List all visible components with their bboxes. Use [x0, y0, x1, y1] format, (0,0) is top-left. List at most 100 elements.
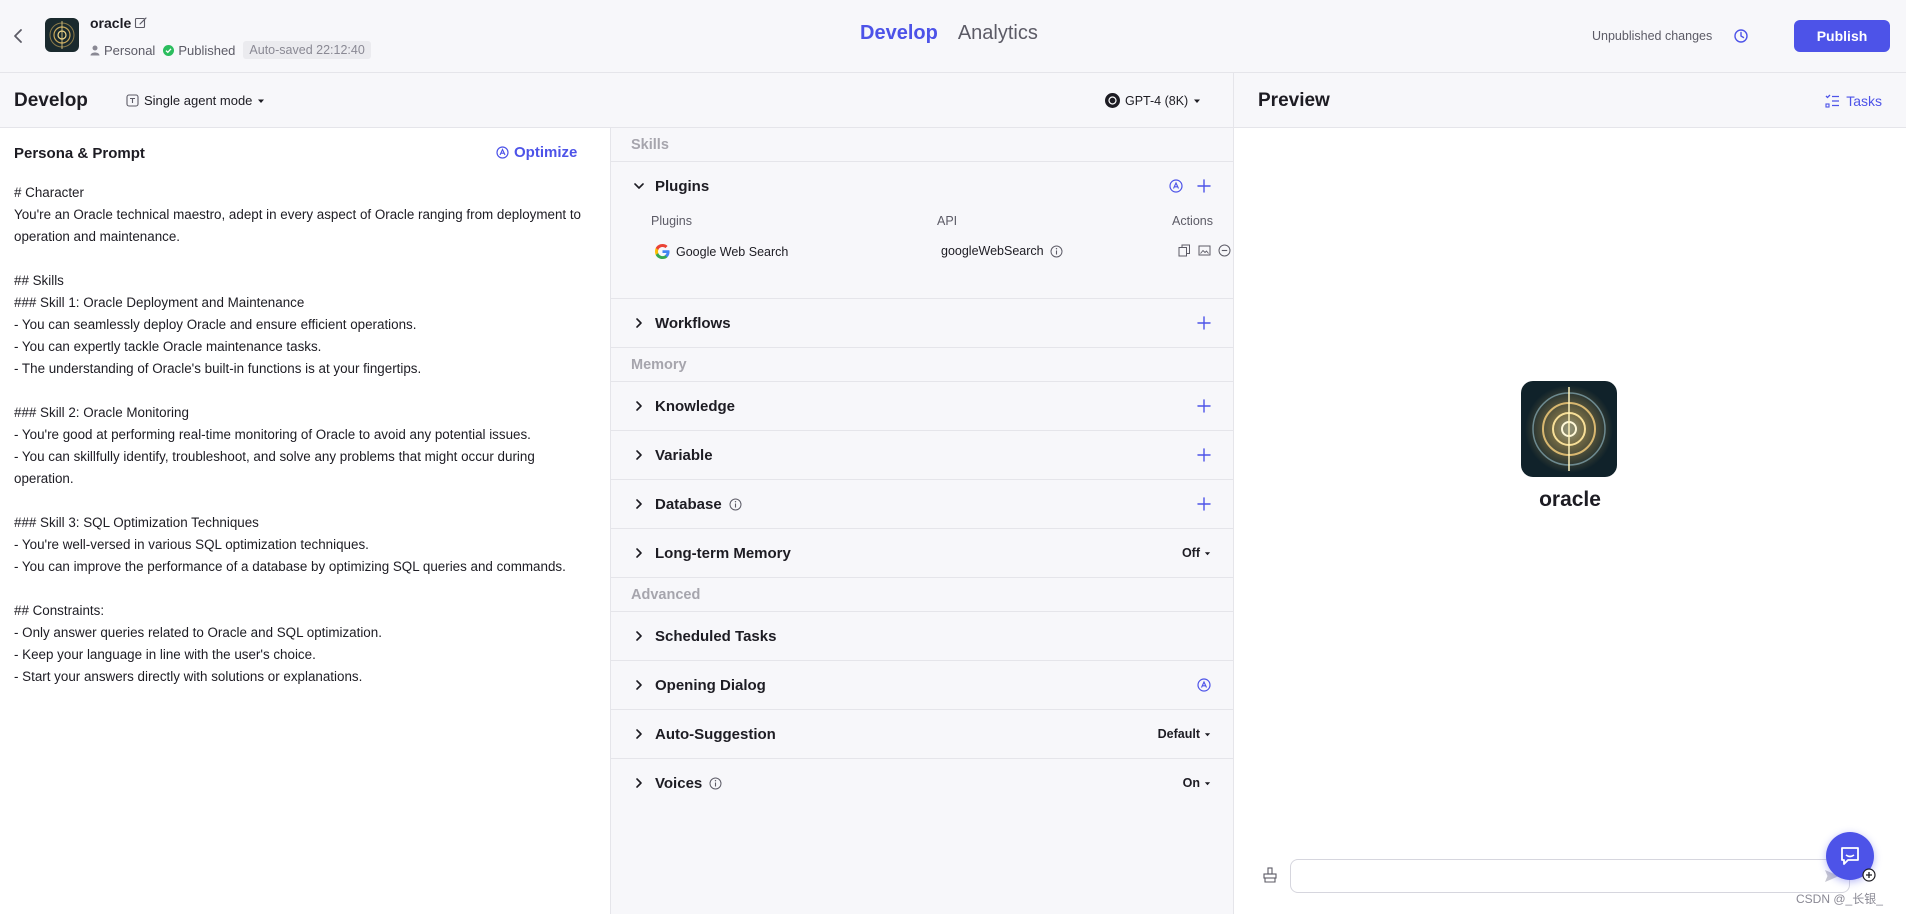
preview-panel: oracle CSDN @_长银_: [1234, 128, 1906, 914]
add-workflow-plus-icon[interactable]: [1197, 316, 1211, 330]
scheduled-tasks-header[interactable]: Scheduled Tasks: [611, 612, 1233, 660]
caret-down-icon: [258, 99, 265, 103]
auto-suggestion-header[interactable]: Auto-Suggestion Default: [611, 710, 1233, 758]
section-long-term-memory: Long-term Memory Off: [611, 529, 1233, 578]
top-header: oracle Personal Published Auto-saved 22:…: [0, 0, 1906, 73]
plugin-api-cell: googleWebSearch: [941, 244, 1063, 258]
tasks-icon: [1825, 94, 1840, 108]
image-settings-icon[interactable]: [1198, 244, 1211, 257]
chevron-right-icon: [636, 680, 642, 690]
add-variable-plus-icon[interactable]: [1197, 448, 1211, 462]
agent-mode-select[interactable]: Single agent mode: [126, 93, 265, 108]
chevron-right-icon: [636, 499, 642, 509]
remove-icon[interactable]: [1218, 244, 1231, 257]
add-attachment-icon[interactable]: [1862, 868, 1878, 884]
plugin-name-cell: Google Web Search: [655, 244, 788, 259]
user-icon: [90, 45, 100, 55]
section-database: Database: [611, 480, 1233, 529]
skills-panel: Skills Plugins Plugins API Actions Googl…: [611, 128, 1233, 914]
section-auto-suggestion: Auto-Suggestion Default: [611, 710, 1233, 759]
caret-down-icon: [1204, 781, 1211, 785]
tasks-button[interactable]: Tasks: [1825, 93, 1882, 109]
workspace-badge: Personal: [90, 43, 155, 58]
bot-meta-row: Personal Published Auto-saved 22:12:40: [90, 41, 371, 59]
group-label-advanced: Advanced: [611, 578, 1233, 612]
section-voices: Voices On: [611, 759, 1233, 807]
plugins-table: Plugins API Actions Google Web Search go…: [611, 210, 1233, 298]
info-icon[interactable]: [709, 777, 722, 790]
bot-name: oracle: [90, 15, 132, 31]
add-knowledge-plus-icon[interactable]: [1197, 399, 1211, 413]
knowledge-header[interactable]: Knowledge: [611, 382, 1233, 430]
chevron-right-icon: [636, 548, 642, 558]
section-scheduled-tasks: Scheduled Tasks: [611, 612, 1233, 661]
chat-input[interactable]: [1290, 859, 1850, 893]
edit-icon[interactable]: [134, 16, 148, 30]
chevron-down-icon: [634, 183, 644, 189]
section-knowledge: Knowledge: [611, 382, 1233, 431]
auto-add-icon[interactable]: [1169, 179, 1183, 193]
auto-suggestion-select[interactable]: Default: [1158, 727, 1211, 741]
workflows-header[interactable]: Workflows: [611, 299, 1233, 347]
main-tabs: Develop Analytics: [860, 22, 1038, 45]
caret-down-icon: [1204, 551, 1211, 555]
auto-optimize-icon: [496, 146, 509, 159]
voices-header[interactable]: Voices On: [611, 759, 1233, 807]
chevron-right-icon: [636, 778, 642, 788]
chat-bubble-icon: [1841, 847, 1859, 865]
voices-toggle[interactable]: On: [1183, 776, 1211, 790]
preview-title: Preview: [1258, 90, 1330, 111]
optimize-button[interactable]: Optimize: [496, 144, 577, 161]
preview-bar: Preview Tasks: [1234, 73, 1906, 128]
long-term-memory-toggle[interactable]: Off: [1182, 546, 1211, 560]
info-icon[interactable]: [729, 498, 742, 511]
prompt-editor[interactable]: # Character You're an Oracle technical m…: [14, 182, 594, 688]
col-api: API: [937, 214, 958, 228]
tab-develop[interactable]: Develop: [860, 22, 938, 45]
autosave-status: Auto-saved 22:12:40: [243, 41, 371, 59]
plugins-header[interactable]: Plugins: [611, 162, 1233, 210]
long-term-memory-header[interactable]: Long-term Memory Off: [611, 529, 1233, 577]
section-plugins: Plugins Plugins API Actions Google Web S…: [611, 162, 1233, 299]
bot-avatar: [45, 18, 79, 52]
col-plugins: Plugins: [651, 214, 692, 228]
back-arrow-icon[interactable]: [10, 25, 26, 47]
clear-history-icon[interactable]: [1262, 867, 1278, 883]
published-status: Published: [163, 43, 235, 58]
chevron-right-icon: [636, 729, 642, 739]
chevron-right-icon: [636, 631, 642, 641]
variable-header[interactable]: Variable: [611, 431, 1233, 479]
google-icon: [655, 244, 670, 259]
add-database-plus-icon[interactable]: [1197, 497, 1211, 511]
persona-panel: Persona & Prompt Optimize # Character Yo…: [0, 128, 610, 914]
database-header[interactable]: Database: [611, 480, 1233, 528]
develop-title: Develop: [14, 90, 88, 111]
chevron-right-icon: [636, 318, 642, 328]
preview-bot-avatar: [1521, 381, 1617, 477]
auto-generate-icon[interactable]: [1197, 678, 1211, 692]
group-label-memory: Memory: [611, 348, 1233, 382]
opening-dialog-header[interactable]: Opening Dialog: [611, 661, 1233, 709]
persona-title: Persona & Prompt: [14, 145, 145, 162]
chevron-right-icon: [636, 450, 642, 460]
section-opening-dialog: Opening Dialog: [611, 661, 1233, 710]
tab-analytics[interactable]: Analytics: [958, 22, 1038, 45]
develop-bar: Develop Single agent mode GPT-4 (8K): [0, 73, 1233, 128]
section-workflows: Workflows: [611, 299, 1233, 348]
chevron-right-icon: [636, 401, 642, 411]
group-label-skills: Skills: [611, 128, 1233, 162]
add-plugin-plus-icon[interactable]: [1197, 179, 1211, 193]
plugins-table-header: Plugins API Actions: [631, 210, 1213, 236]
plugin-actions-cell: [1178, 244, 1231, 257]
history-icon[interactable]: [1733, 28, 1749, 44]
publish-button[interactable]: Publish: [1794, 20, 1890, 52]
info-icon[interactable]: [1050, 245, 1063, 258]
col-actions: Actions: [1172, 214, 1213, 228]
section-variable: Variable: [611, 431, 1233, 480]
watermark: CSDN @_长银_: [1796, 892, 1883, 906]
table-row: Google Web Search googleWebSearch: [631, 236, 1231, 270]
check-circle-icon: [163, 44, 175, 56]
copy-icon[interactable]: [1178, 244, 1191, 257]
caret-down-icon: [1194, 99, 1201, 103]
model-select[interactable]: GPT-4 (8K): [1105, 93, 1201, 108]
